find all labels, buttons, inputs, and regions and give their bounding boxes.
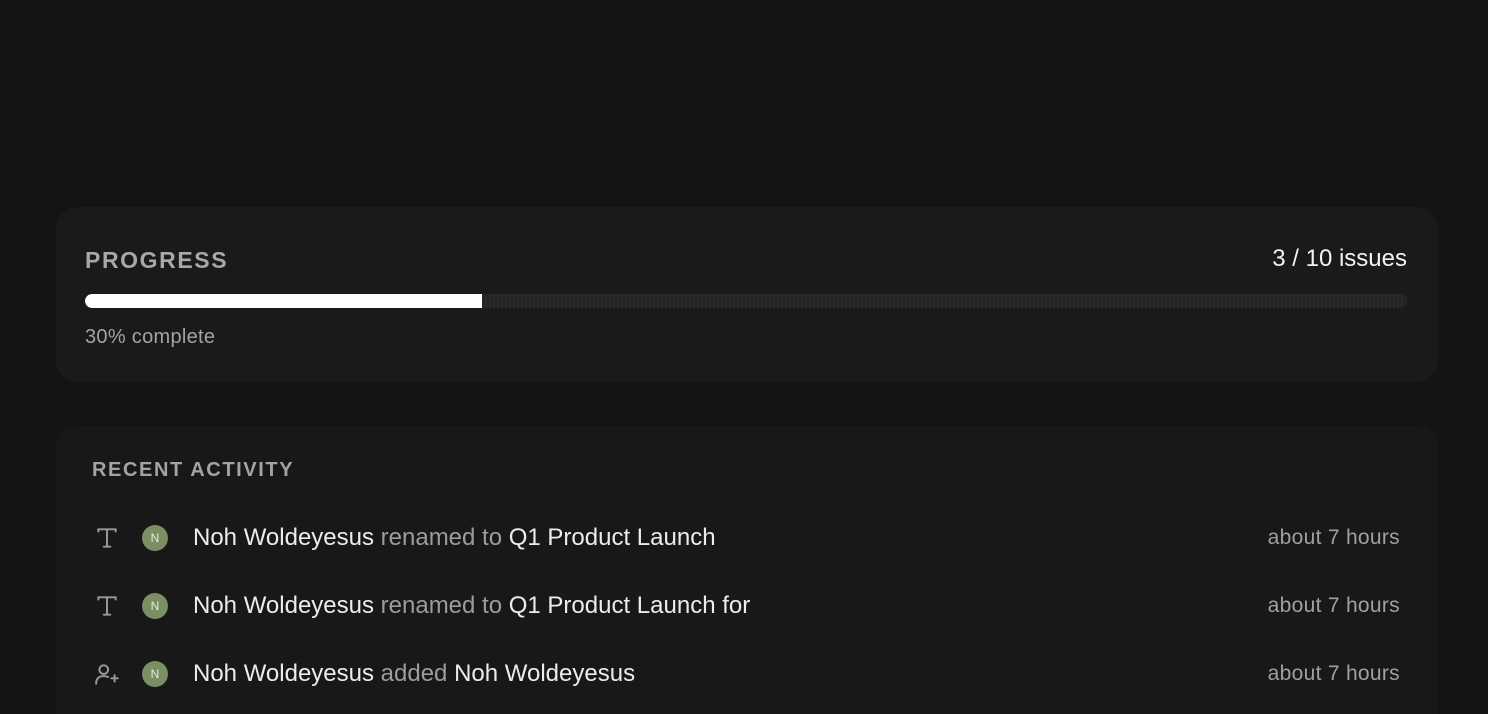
progress-title: PROGRESS: [85, 247, 229, 273]
user-add-icon: [92, 659, 122, 689]
recent-activity-card: RECENT ACTIVITY N Noh Woldeyesus renamed…: [56, 426, 1438, 714]
activity-time: about 7 hours: [1267, 594, 1400, 617]
activity-target: Q1 Product Launch for: [508, 592, 751, 619]
progress-bar: [85, 294, 1407, 308]
activity-actor: Noh Woldeyesus: [193, 524, 374, 551]
text-type-icon: [92, 523, 122, 553]
activity-actor: Noh Woldeyesus: [193, 660, 374, 687]
activity-time: about 7 hours: [1267, 526, 1400, 549]
activity-actor: Noh Woldeyesus: [193, 592, 374, 619]
activity-target: Q1 Product Launch: [508, 524, 716, 551]
recent-activity-title: RECENT ACTIVITY: [92, 459, 295, 481]
avatar: N: [142, 593, 168, 619]
page: PROGRESS 3 / 10 issues 30% complete RECE…: [0, 0, 1488, 714]
text-type-icon: [92, 591, 122, 621]
avatar: N: [142, 525, 168, 551]
activity-list: N Noh Woldeyesus renamed to Q1 Product L…: [92, 504, 1402, 708]
activity-time: about 7 hours: [1267, 662, 1400, 685]
progress-percent: 30% complete: [85, 326, 216, 348]
activity-text: Noh Woldeyesus renamed to Q1 Product Lau…: [193, 524, 716, 552]
activity-item[interactable]: N Noh Woldeyesus added Noh Woldeyesus ab…: [92, 640, 1402, 708]
activity-text: Noh Woldeyesus renamed to Q1 Product Lau…: [193, 592, 750, 620]
activity-target: Noh Woldeyesus: [454, 660, 636, 687]
progress-count: 3 / 10 issues: [1272, 245, 1407, 272]
activity-item[interactable]: N Noh Woldeyesus renamed to Q1 Product L…: [92, 572, 1402, 640]
activity-verb: renamed to: [380, 524, 503, 551]
progress-card: PROGRESS 3 / 10 issues 30% complete: [56, 207, 1438, 382]
activity-verb: added: [380, 660, 448, 687]
progress-bar-fill: [85, 294, 482, 308]
avatar: N: [142, 661, 168, 687]
activity-text: Noh Woldeyesus added Noh Woldeyesus: [193, 660, 635, 688]
activity-verb: renamed to: [380, 592, 503, 619]
activity-item[interactable]: N Noh Woldeyesus renamed to Q1 Product L…: [92, 504, 1402, 572]
